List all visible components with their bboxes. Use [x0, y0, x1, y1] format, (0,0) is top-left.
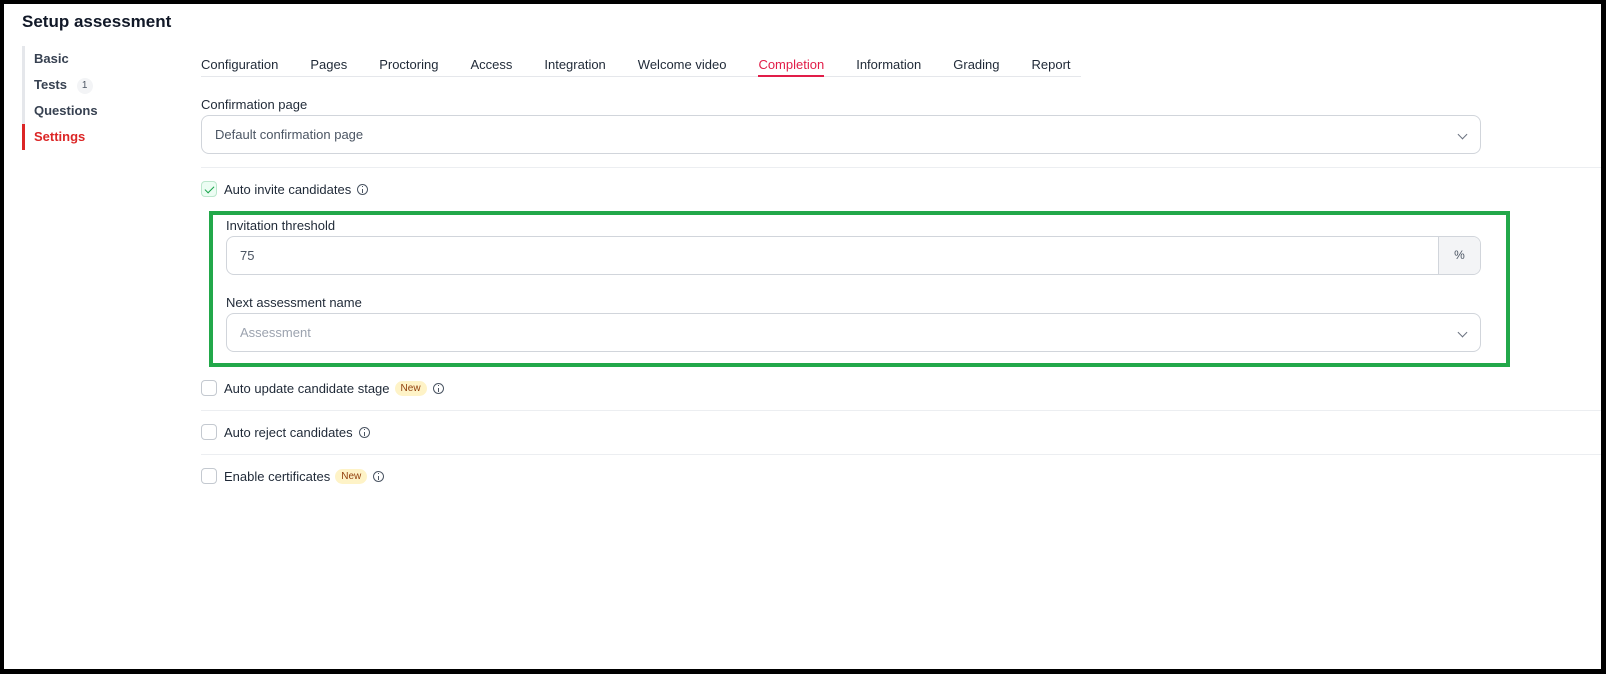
- confirmation-page-select[interactable]: Default confirmation page: [201, 115, 1481, 154]
- next-assessment-label: Next assessment name: [226, 295, 362, 310]
- confirmation-page-label: Confirmation page: [201, 97, 308, 112]
- auto-reject-checkbox[interactable]: [201, 424, 217, 440]
- tests-count-badge: 1: [76, 77, 93, 94]
- sidebar-item-label: Settings: [34, 129, 86, 144]
- next-assessment-placeholder: Assessment: [240, 325, 311, 340]
- auto-update-stage-checkbox[interactable]: [201, 380, 217, 396]
- app-window: Setup assessment Basic Tests 1 Questions…: [4, 4, 1601, 669]
- sidebar-item-questions[interactable]: Questions: [22, 98, 182, 124]
- invitation-threshold-label: Invitation threshold: [226, 218, 336, 233]
- sidebar-item-label: Questions: [34, 103, 98, 118]
- certificates-checkbox[interactable]: [201, 468, 217, 484]
- certificates-label[interactable]: Enable certificates: [224, 469, 330, 484]
- percent-suffix: %: [1438, 237, 1480, 274]
- chevron-down-icon: [1457, 327, 1468, 338]
- info-icon[interactable]: [373, 470, 385, 482]
- tab-information[interactable]: Information: [856, 48, 921, 76]
- sidebar-item-label: Basic: [34, 51, 69, 66]
- tab-configuration[interactable]: Configuration: [201, 48, 278, 76]
- auto-invite-row: Auto invite candidates: [201, 179, 369, 199]
- sidebar-item-basic[interactable]: Basic: [22, 46, 182, 72]
- info-icon[interactable]: [357, 183, 369, 195]
- new-badge: New: [394, 380, 427, 396]
- tab-proctoring[interactable]: Proctoring: [379, 48, 438, 76]
- auto-update-stage-label[interactable]: Auto update candidate stage: [224, 381, 390, 396]
- chevron-down-icon: [1457, 129, 1468, 140]
- auto-update-stage-row: Auto update candidate stage New: [201, 378, 444, 398]
- next-assessment-select[interactable]: Assessment: [226, 313, 1481, 352]
- divider: [201, 167, 1601, 168]
- tab-access[interactable]: Access: [470, 48, 512, 76]
- invitation-threshold-input[interactable]: [227, 237, 1439, 274]
- tab-pages[interactable]: Pages: [310, 48, 347, 76]
- info-icon[interactable]: [358, 426, 370, 438]
- certificates-row: Enable certificates New: [201, 466, 385, 486]
- tab-integration[interactable]: Integration: [544, 48, 605, 76]
- tab-grading[interactable]: Grading: [953, 48, 999, 76]
- tab-completion[interactable]: Completion: [758, 48, 824, 77]
- sidebar-item-label: Tests: [34, 77, 67, 92]
- auto-reject-label[interactable]: Auto reject candidates: [224, 425, 353, 440]
- info-icon[interactable]: [432, 382, 444, 394]
- sidebar-nav: Basic Tests 1 Questions Settings: [22, 46, 182, 150]
- invitation-threshold-group: %: [226, 236, 1481, 275]
- tab-welcome-video[interactable]: Welcome video: [638, 48, 727, 76]
- auto-invite-label[interactable]: Auto invite candidates: [224, 182, 351, 197]
- confirmation-page-value: Default confirmation page: [215, 127, 364, 142]
- tab-report[interactable]: Report: [1032, 48, 1071, 76]
- page-title: Setup assessment: [22, 12, 172, 31]
- sidebar-item-tests[interactable]: Tests 1: [22, 72, 182, 98]
- sidebar-item-settings[interactable]: Settings: [22, 124, 182, 150]
- divider: [201, 454, 1601, 455]
- new-badge: New: [335, 468, 368, 484]
- auto-reject-row: Auto reject candidates: [201, 422, 370, 442]
- settings-tabs: Configuration Pages Proctoring Access In…: [201, 48, 1081, 77]
- divider: [201, 410, 1601, 411]
- auto-invite-checkbox[interactable]: [201, 181, 217, 197]
